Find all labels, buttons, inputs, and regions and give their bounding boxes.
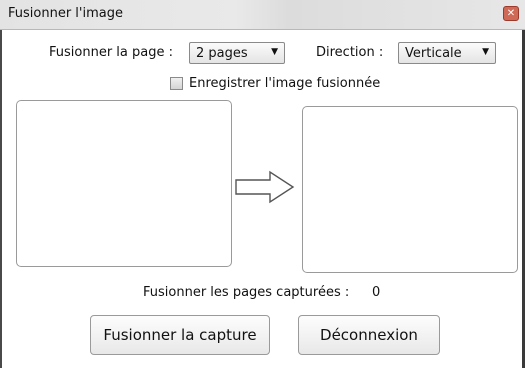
chevron-down-icon: ▼ bbox=[482, 47, 489, 57]
direction-select[interactable]: Verticale ▼ bbox=[398, 42, 496, 64]
merge-page-select[interactable]: 2 pages ▼ bbox=[189, 42, 285, 64]
direction-value: Verticale bbox=[405, 46, 462, 61]
direction-label: Direction : bbox=[316, 45, 384, 60]
window-title: Fusionner l'image bbox=[8, 6, 123, 21]
merge-capture-button[interactable]: Fusionner la capture bbox=[90, 315, 270, 355]
save-merged-image-checkbox[interactable] bbox=[170, 77, 183, 90]
merge-page-label: Fusionner la page : bbox=[49, 45, 173, 60]
captured-pages-count: 0 bbox=[372, 285, 381, 300]
save-merged-image-label[interactable]: Enregistrer l'image fusionnée bbox=[189, 76, 380, 91]
merge-page-value: 2 pages bbox=[196, 46, 248, 61]
right-arrow-icon bbox=[235, 170, 295, 204]
merge-image-window: Fusionner l'image ✕ Fusionner la page : … bbox=[0, 0, 525, 368]
chevron-down-icon: ▼ bbox=[271, 47, 278, 57]
title-bar[interactable]: Fusionner l'image ✕ bbox=[0, 0, 525, 30]
captured-pages-label: Fusionner les pages capturées : bbox=[143, 285, 350, 300]
close-icon: ✕ bbox=[506, 8, 516, 19]
window-frame-left bbox=[0, 30, 2, 368]
disconnect-button[interactable]: Déconnexion bbox=[298, 315, 440, 355]
close-button[interactable]: ✕ bbox=[503, 6, 519, 21]
source-preview-pane bbox=[16, 100, 232, 267]
merged-preview-pane bbox=[302, 106, 518, 273]
